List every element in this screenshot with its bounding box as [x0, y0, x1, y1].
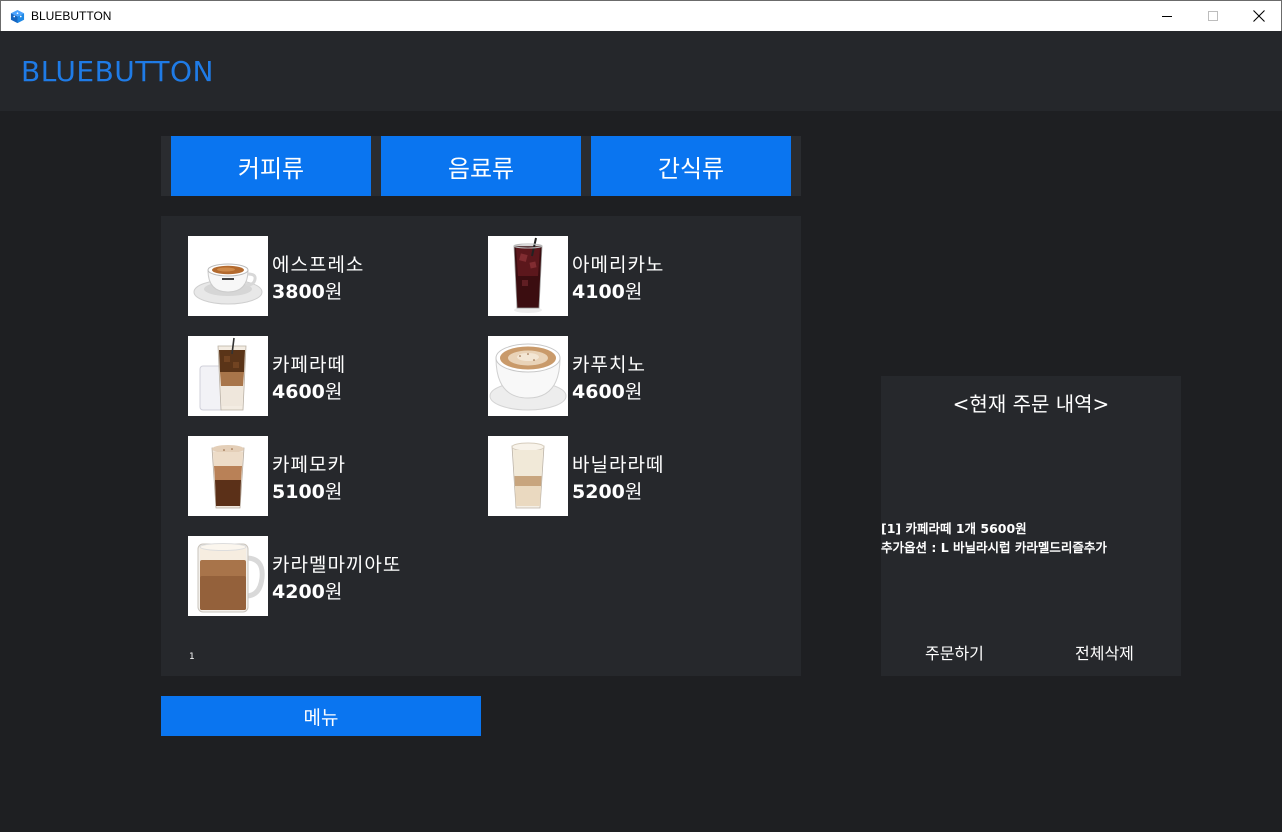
app-header: BLUEBUTTON — [0, 31, 1282, 111]
menu-item-cafe-mocha[interactable]: 카페모카 5100원 — [188, 436, 478, 516]
order-submit-button[interactable]: 주문하기 — [925, 640, 984, 664]
item-price: 4600원 — [572, 381, 643, 403]
item-price: 5100원 — [272, 481, 343, 503]
espresso-cup-icon — [188, 236, 268, 316]
item-name: 카페모카 — [272, 454, 346, 476]
order-summary-panel: <현재 주문 내역> [1] 카페라떼 1개 5600원 추가옵션 : L 바닐… — [881, 376, 1181, 676]
app-cube-icon — [10, 9, 25, 24]
item-price: 3800원 — [272, 281, 343, 303]
caramel-macchiato-mug-icon — [188, 536, 268, 616]
cafe-mocha-glass-icon — [188, 436, 268, 516]
menu-item-vanilla-latte[interactable]: 바닐라라떼 5200원 — [488, 436, 778, 516]
item-price: 4100원 — [572, 281, 643, 303]
minimize-button[interactable] — [1144, 1, 1190, 31]
window-title: BLUEBUTTON — [31, 9, 112, 23]
menu-item-americano[interactable]: 아메리카노 4100원 — [488, 236, 778, 316]
menu-grid: 에스프레소 3800원 아메리카노 4100원 카페라떼 4600원 카푸치노 … — [161, 216, 801, 676]
maximize-button[interactable] — [1190, 1, 1236, 31]
item-name: 아메리카노 — [572, 254, 665, 276]
iced-latte-icon — [188, 336, 268, 416]
brand-title: BLUEBUTTON — [21, 55, 215, 88]
item-price: 4200원 — [272, 581, 343, 603]
window-titlebar: BLUEBUTTON — [0, 0, 1282, 31]
menu-item-espresso[interactable]: 에스프레소 3800원 — [188, 236, 478, 316]
page-number: 1 — [189, 652, 195, 662]
vanilla-latte-glass-icon — [488, 436, 568, 516]
close-button[interactable] — [1236, 1, 1282, 31]
minimize-icon — [1162, 16, 1172, 17]
cappuccino-cup-icon — [488, 336, 568, 416]
clear-all-button[interactable]: 전체삭제 — [1075, 640, 1134, 664]
order-line: [1] 카페라떼 1개 5600원 — [881, 521, 1027, 536]
tab-snack[interactable]: 간식류 — [591, 136, 791, 196]
tab-coffee[interactable]: 커피류 — [171, 136, 371, 196]
item-name: 카라멜마끼아또 — [272, 554, 402, 576]
item-name: 에스프레소 — [272, 254, 365, 276]
item-name: 카페라떼 — [272, 354, 346, 376]
category-tabs: 커피류 음료류 간식류 — [161, 136, 801, 196]
menu-item-caramel-macchiato[interactable]: 카라멜마끼아또 4200원 — [188, 536, 478, 616]
item-name: 바닐라라떼 — [572, 454, 665, 476]
close-icon — [1253, 10, 1265, 22]
order-title: <현재 주문 내역> — [952, 392, 1110, 416]
maximize-icon — [1208, 11, 1218, 21]
iced-americano-icon — [488, 236, 568, 316]
menu-button[interactable]: 메뉴 — [161, 696, 481, 736]
item-price: 5200원 — [572, 481, 643, 503]
menu-item-cafe-latte[interactable]: 카페라떼 4600원 — [188, 336, 478, 416]
item-name: 카푸치노 — [572, 354, 646, 376]
item-price: 4600원 — [272, 381, 343, 403]
tab-beverage[interactable]: 음료류 — [381, 136, 581, 196]
order-option-line: 추가옵션 : L 바닐라시럽 카라멜드리즐추가 — [881, 540, 1107, 555]
menu-item-cappuccino[interactable]: 카푸치노 4600원 — [488, 336, 778, 416]
